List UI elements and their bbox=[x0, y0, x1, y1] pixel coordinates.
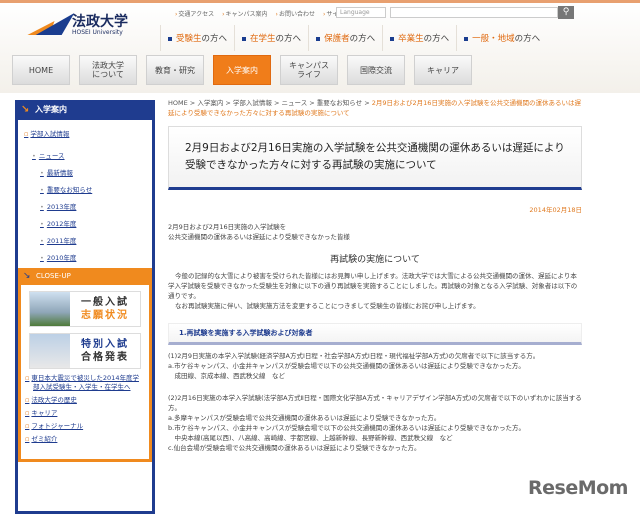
sidebar-title: 入学案内 bbox=[15, 100, 155, 120]
closeup-link[interactable]: キャリア bbox=[31, 409, 141, 418]
sidebar-link[interactable]: 学部入試情報 bbox=[24, 128, 152, 138]
search-input[interactable] bbox=[390, 7, 558, 18]
paragraph: 今般の記録的な大雪により被害を受けられた皆様にはお見舞い申し上げます。法政大学で… bbox=[168, 272, 578, 300]
utility-links: 交通アクセス キャンパス案内 お問い合わせ サイトマップ bbox=[175, 9, 362, 18]
header: 法政大学HOSEI University 交通アクセス キャンパス案内 お問い合… bbox=[0, 3, 640, 93]
breadcrumb-link[interactable]: 学部入試情報 bbox=[233, 99, 272, 107]
breadcrumb-link[interactable]: HOME bbox=[168, 99, 188, 107]
sidebar-link[interactable]: 2012年度 bbox=[40, 218, 152, 228]
sidebar-link[interactable]: 2011年度 bbox=[40, 235, 152, 245]
building-image bbox=[30, 334, 70, 368]
closeup-link[interactable]: 東日本大震災で被災した2014年度学部入試受験生・入学生・在学生へ bbox=[31, 374, 141, 392]
logo-mark-icon bbox=[30, 13, 68, 37]
banner-special-exam[interactable]: 特別入試 合格発表 bbox=[29, 333, 141, 369]
audience-nav: 受験生の方へ 在学生の方へ 保護者の方へ 卒業生の方へ 一般・地域の方へ bbox=[160, 25, 547, 51]
watermark: ReseMom bbox=[528, 477, 628, 499]
nav-campus-life[interactable]: キャンパス ライフ bbox=[280, 55, 338, 85]
logo-text: 法政大学 bbox=[72, 13, 128, 30]
breadcrumb-current: 2月9日および2月16日実施の入学試験を公共交通機関の運休あるいは遅延により受験… bbox=[168, 99, 581, 117]
nav-education[interactable]: 教育・研究 bbox=[146, 55, 204, 85]
util-link[interactable]: キャンパス案内 bbox=[222, 9, 268, 18]
search-icon: ⚲ bbox=[562, 7, 570, 17]
closeup-title: CLOSE-UP bbox=[18, 268, 152, 285]
list-text: a.市ケ谷キャンパス、小金井キャンパスが受験会場で以下の公共交通機関の運休あるい… bbox=[168, 362, 525, 370]
list-text: c.仙台会場が受験会場で公共交通機関の運休あるいは遅延により受験できなかった方。 bbox=[168, 444, 421, 452]
page-title: 2月9日および2月16日実施の入学試験を公共交通機関の運休あるいは遅延により受験… bbox=[168, 126, 582, 190]
list-text: a.多摩キャンパスが受験会場で公共交通機関の運休あるいは遅延により受験できなかっ… bbox=[168, 414, 441, 422]
nav-admissions[interactable]: 入学案内 bbox=[213, 55, 271, 85]
post-date: 2014年02月18日 bbox=[529, 206, 582, 214]
nav-career[interactable]: キャリア bbox=[414, 55, 472, 85]
sidebar-link[interactable]: ニュース bbox=[32, 150, 152, 160]
nav-home[interactable]: HOME bbox=[12, 55, 70, 85]
closeup-link[interactable]: フォトジャーナル bbox=[31, 422, 141, 431]
closeup-link[interactable]: ゼミ紹介 bbox=[31, 435, 141, 444]
list-text: 中央本線(高尾以西)、八高線、高崎線、宇都宮線、上越新幹線、長野新幹線、西武秩父… bbox=[168, 434, 453, 442]
breadcrumb-link[interactable]: 入学案内 bbox=[197, 99, 223, 107]
audience-link[interactable]: 一般・地域の方へ bbox=[456, 25, 547, 51]
util-link[interactable]: お問い合わせ bbox=[276, 9, 315, 18]
intro: 2月9日および2月16日実施の入学試験を 公共交通機関の運休あるいは遅延により受験… bbox=[168, 223, 350, 241]
nav-international[interactable]: 国際交流 bbox=[347, 55, 405, 85]
sidebar-link[interactable]: 重要なお知らせ bbox=[40, 184, 152, 194]
logo[interactable]: 法政大学 HOSEI University bbox=[30, 13, 128, 37]
subsection-heading: 1.再試験を実施する入学試験および対象者 bbox=[168, 323, 582, 345]
sidebar-link[interactable]: 2010年度 bbox=[40, 252, 152, 262]
global-nav: HOME 法政大学 について 教育・研究 入学案内 キャンパス ライフ 国際交流… bbox=[12, 55, 472, 85]
list-text: (2)2月16日実施の本学入学試験(法学部A方式Ⅱ日程・国際文化学部A方式・キャ… bbox=[168, 394, 582, 412]
section-heading: 再試験の実施について bbox=[330, 255, 420, 265]
logo-subtext: HOSEI University bbox=[72, 28, 123, 36]
audience-link[interactable]: 受験生の方へ bbox=[160, 25, 234, 51]
closeup-link[interactable]: 法政大学の歴史 bbox=[31, 396, 141, 405]
audience-link[interactable]: 在学生の方へ bbox=[234, 25, 308, 51]
closeup-box: CLOSE-UP 一般入試志願状況 特別入試合格発表 東日本大震災で被災した20… bbox=[18, 268, 152, 462]
language-select[interactable]: Language bbox=[336, 7, 386, 18]
main-content: HOME > 入学案内 > 学部入試情報 > ニュース > 重要なお知らせ > … bbox=[168, 98, 582, 453]
sidebar-link[interactable]: 2013年度 bbox=[40, 201, 152, 211]
paragraph: なお再試験実施に伴い、試験実施方法を変更することにつきまして受験生の皆様にお詫び… bbox=[175, 302, 480, 310]
sidebar-link[interactable]: 最新情報 bbox=[40, 167, 152, 177]
list-text: (1)2月9日実施の本学入学試験(経済学部A方式Ⅰ日程・社会学部A方式Ⅰ日程・現… bbox=[168, 352, 540, 360]
building-image bbox=[30, 292, 70, 326]
sidebar: 入学案内 学部入試情報 ニュース 最新情報 重要なお知らせ 2013年度 201… bbox=[15, 100, 155, 514]
util-link[interactable]: 交通アクセス bbox=[175, 9, 214, 18]
list-text: b.市ケ谷キャンパス、小金井キャンパスが受験会場で以下の公共交通機関の運休あるい… bbox=[168, 424, 526, 432]
search-button[interactable]: ⚲ bbox=[558, 6, 574, 19]
audience-link[interactable]: 保護者の方へ bbox=[308, 25, 382, 51]
banner-general-exam[interactable]: 一般入試 志願状況 bbox=[29, 291, 141, 327]
breadcrumb-link[interactable]: 重要なお知らせ bbox=[317, 99, 362, 107]
breadcrumb: HOME > 入学案内 > 学部入試情報 > ニュース > 重要なお知らせ > … bbox=[168, 99, 581, 117]
breadcrumb-link[interactable]: ニュース bbox=[282, 99, 308, 107]
nav-about[interactable]: 法政大学 について bbox=[79, 55, 137, 85]
list-text: 成田線、京成本線、西武秩父線 など bbox=[168, 372, 286, 380]
audience-link[interactable]: 卒業生の方へ bbox=[382, 25, 456, 51]
